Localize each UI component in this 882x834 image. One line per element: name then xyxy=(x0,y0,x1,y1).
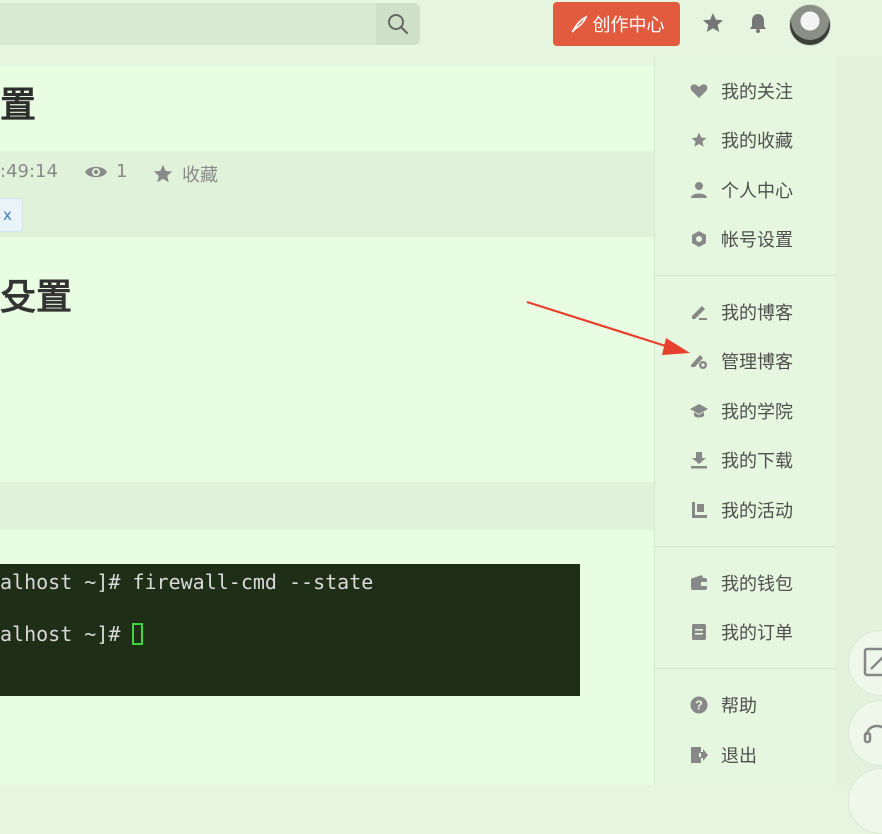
annotation-arrow xyxy=(526,300,690,355)
